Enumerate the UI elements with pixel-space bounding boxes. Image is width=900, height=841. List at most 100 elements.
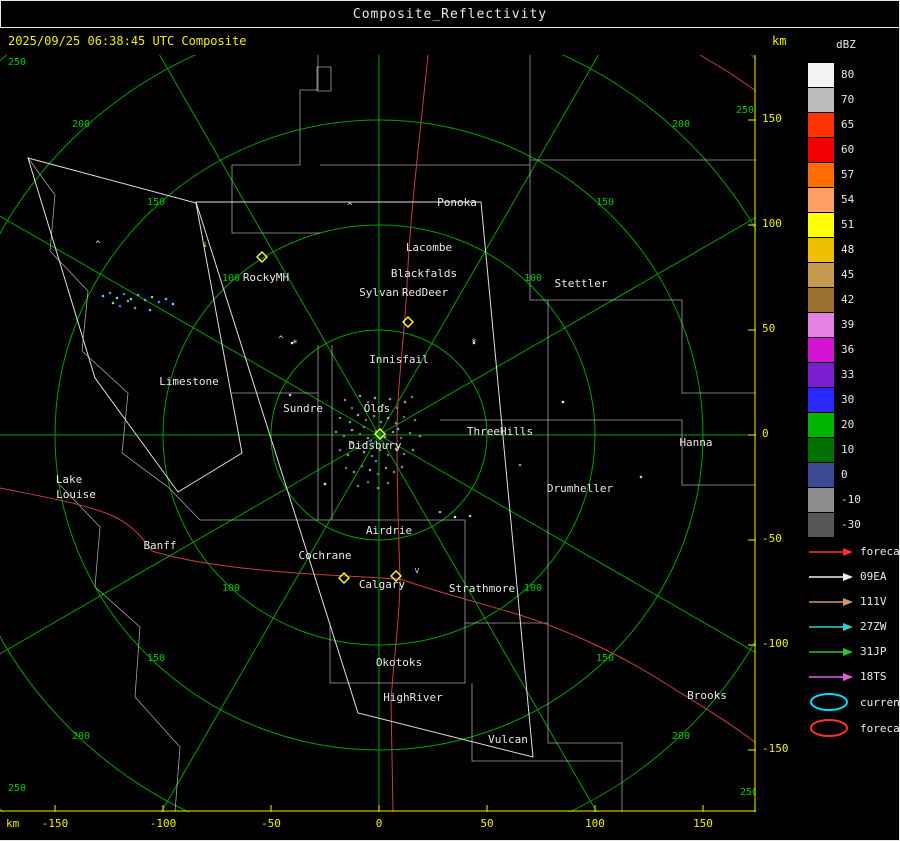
echo-dot xyxy=(396,427,400,431)
echo-dot xyxy=(373,396,377,400)
echo-dot xyxy=(136,293,140,297)
colorbar-swatch xyxy=(808,212,834,237)
title-bar: Composite_Reflectivity xyxy=(0,0,900,28)
echo-dot xyxy=(360,464,364,468)
legend-label: 09EA xyxy=(860,570,887,583)
colorbar-value-label: 42 xyxy=(841,293,855,306)
echo-dot xyxy=(402,452,406,456)
colorbar-row: 45 xyxy=(808,262,861,287)
city-label: Brooks xyxy=(687,689,727,702)
right-axis-unit: km xyxy=(772,34,787,48)
legend-label: 18TS xyxy=(860,670,887,683)
city-label: Okotoks xyxy=(376,656,422,669)
map-marker: ^ xyxy=(278,335,284,345)
colorbar-swatch xyxy=(808,487,834,512)
echo-dot xyxy=(346,453,350,457)
colorbar-value-label: 80 xyxy=(841,68,855,81)
colorbar-value-label: 57 xyxy=(841,168,855,181)
echo-dot xyxy=(403,400,407,404)
bottom-axis-tick-label: 50 xyxy=(480,817,494,830)
colorbar-swatch xyxy=(808,87,834,112)
colorbar-swatch xyxy=(808,512,834,537)
colorbar-row: 30 xyxy=(808,387,861,412)
colorbar: 80 70 65 60 57 54 51 48 45 42 39 36 33 30 20 10 0 -10 -30 xyxy=(808,62,861,537)
echo-dot xyxy=(639,475,643,479)
echo-dot xyxy=(101,294,105,298)
ring-distance-label: 250 xyxy=(8,57,26,68)
legend-label: forecast xyxy=(860,545,900,558)
colorbar-row: 54 xyxy=(808,187,861,212)
colorbar-value-label: 39 xyxy=(841,318,855,331)
echo-dot xyxy=(392,470,396,474)
ring-distance-label: 200 xyxy=(72,119,90,130)
city-label: HighRiver xyxy=(383,691,443,704)
echo-dot xyxy=(453,515,457,519)
legend-row: 09EA xyxy=(808,564,900,589)
city-label: Lake xyxy=(56,473,83,486)
map-marker: ↓ xyxy=(202,240,207,250)
ring-distance-label: 150 xyxy=(596,197,614,208)
arrow-head xyxy=(843,647,853,656)
colorbar-swatch xyxy=(808,312,834,337)
legend-label: forecast xyxy=(860,721,900,735)
bottom-axis-tick-label: -50 xyxy=(261,817,281,830)
bottom-axis-tick-label: -100 xyxy=(149,817,177,830)
echo-dot xyxy=(413,418,417,422)
radial-line xyxy=(159,55,380,436)
echo-dot xyxy=(402,415,406,419)
bottom-axis-unit: km xyxy=(6,817,20,830)
arrow-head xyxy=(843,547,853,556)
legend-row: forecast xyxy=(808,715,900,741)
ring-labels: 250 200 150 100 100 150 200 250 100 150 200 250 100 1… xyxy=(8,57,756,798)
city-label: Lacombe xyxy=(406,241,452,254)
track-arrow-icon xyxy=(809,547,853,556)
bottom-axis-labels: km -150 -100 -50 0 50 100 150 xyxy=(0,812,800,840)
city-label: Louise xyxy=(56,488,96,501)
echo-dot xyxy=(379,420,383,424)
echo-dot xyxy=(334,430,338,434)
echo-dot xyxy=(133,306,137,310)
colorbar-value-label: 20 xyxy=(841,418,855,431)
echo-dot xyxy=(394,421,398,425)
colorbar-row: 51 xyxy=(808,212,861,237)
city-label: Sylvan xyxy=(359,286,399,299)
ring-distance-label: 200 xyxy=(72,731,90,742)
legend-row: current xyxy=(808,689,900,715)
bottom-axis-tick-label: -150 xyxy=(41,817,69,830)
colorbar-unit: dBZ xyxy=(836,38,856,51)
map-marker: ^ xyxy=(347,202,353,212)
colorbar-row: 10 xyxy=(808,437,861,462)
echo-dot xyxy=(408,431,412,435)
legend-label: current xyxy=(860,695,900,709)
right-axis-tick-label: -100 xyxy=(762,637,789,650)
echo-dot xyxy=(388,397,392,401)
echo-dot xyxy=(323,482,327,486)
ellipse-outline xyxy=(810,693,848,711)
colorbar-row: 33 xyxy=(808,362,861,387)
boundary-line xyxy=(27,157,201,521)
echo-dot xyxy=(350,428,354,432)
echo-dot xyxy=(438,510,442,514)
colorbar-swatch xyxy=(808,437,834,462)
echo-dot xyxy=(518,463,522,467)
city-label: Limestone xyxy=(159,375,219,388)
colorbar-value-label: -10 xyxy=(841,493,861,506)
bottom-axis-tick-label: 150 xyxy=(693,817,713,830)
echo-dot xyxy=(129,297,133,301)
echo-dot xyxy=(108,291,112,295)
colorbar-value-label: 45 xyxy=(841,268,855,281)
echo-dot xyxy=(350,406,354,410)
timestamp: 2025/09/25 06:38:45 UTC Composite xyxy=(8,34,247,48)
colorbar-value-label: 65 xyxy=(841,118,855,131)
echo-dot xyxy=(418,434,422,438)
radial-line xyxy=(378,434,598,812)
road-line xyxy=(699,55,756,92)
legend-row: 18TS xyxy=(808,664,900,689)
echo-dot xyxy=(468,514,472,518)
echo-dot xyxy=(150,295,154,299)
track-arrow-icon xyxy=(809,572,853,581)
right-axis-tick-label: 50 xyxy=(762,322,776,335)
radar-map-canvas[interactable]: 250 200 150 100 100 150 200 250 100 150 200 250 100 1… xyxy=(0,55,756,812)
road-line xyxy=(399,578,756,744)
map-marker: v xyxy=(414,566,419,576)
